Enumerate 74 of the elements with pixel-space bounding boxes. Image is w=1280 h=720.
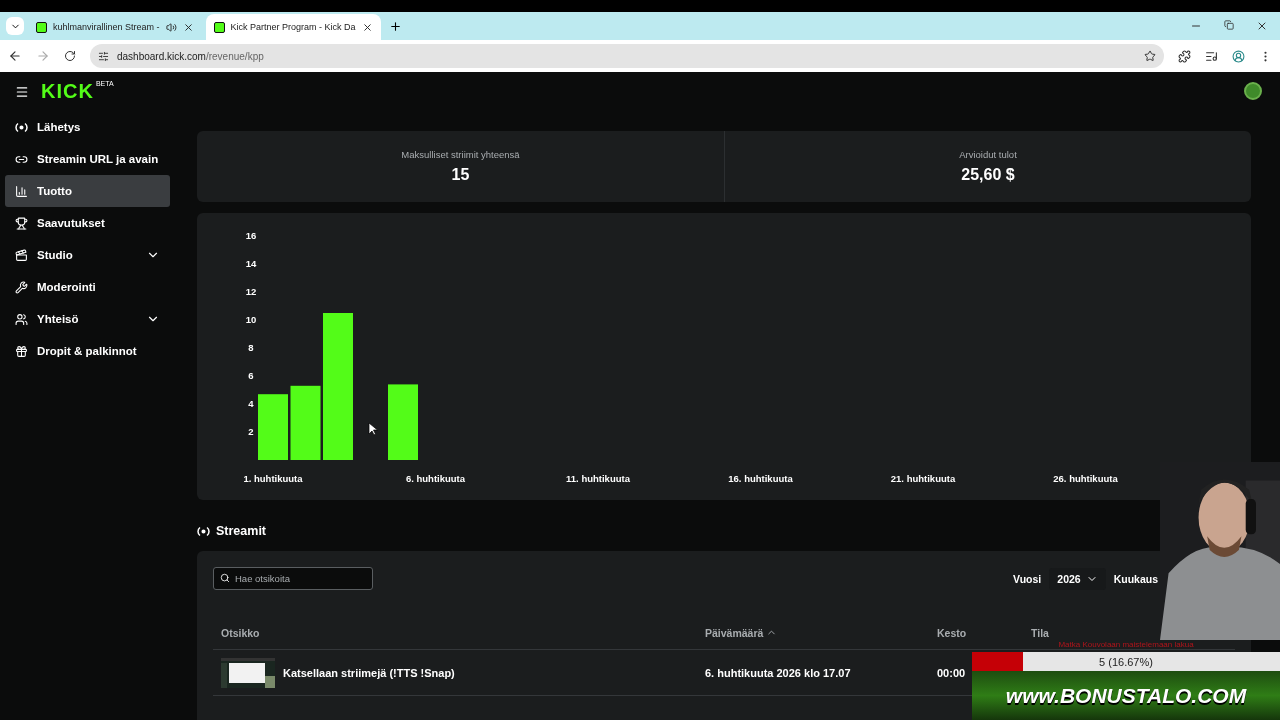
axis-label: 4 [248,398,254,409]
search-icon [220,573,230,583]
axis-label: 12 [245,286,257,297]
browser-tab[interactable]: kuhlmanvirallinen Stream - [28,14,202,40]
axis-label: 10 [245,314,257,325]
site-settings-icon[interactable] [98,50,109,62]
restore-icon[interactable] [1224,20,1234,30]
close-icon[interactable] [1256,20,1268,32]
cursor-icon [368,422,378,436]
axis-label: 2 [248,426,254,437]
stat-value: 15 [451,166,470,184]
gift-icon [15,344,28,358]
axis-label: 26. huhtikuuta [1053,473,1118,484]
people-icon [15,312,28,326]
axis-label: 6 [248,370,254,381]
section-title: Streamit [216,524,267,538]
wrench-icon [15,280,28,294]
broadcast-icon [197,525,210,537]
star-icon[interactable] [1144,50,1156,62]
goal-reading: 5 (16.67%) [1099,655,1153,668]
sidebar-item[interactable]: Saavutukset [5,207,170,239]
extensions-icon[interactable] [1178,49,1191,63]
media-icon[interactable] [1205,49,1218,63]
speaker-icon[interactable] [165,21,177,33]
axis-label: 16. huhtikuuta [728,473,793,484]
column-header[interactable]: Tila [1031,626,1049,639]
axis-label: 16 [245,230,257,241]
trophy-icon [15,216,28,230]
axis-label: 14 [245,258,257,269]
kick-icon [36,21,47,33]
date-cell-text: 6. huhtikuuta 2026 klo 17.07 [705,666,852,679]
sidebar-item[interactable]: Streamin URL ja avain [5,143,170,175]
goal-title: Matka Kouvolaan maistelemaan lakua [1057,640,1195,651]
axis-label: 6. huhtikuuta [405,473,466,484]
profile-icon[interactable] [1232,49,1245,63]
search-field[interactable]: Hae otsikoita [213,567,373,590]
broadcast-icon [15,121,28,133]
stat-label: Arvioidut tulot [959,149,1017,160]
axis-label: 21. huhtikuuta [890,473,956,484]
back-icon[interactable] [8,49,22,63]
address-bar[interactable]: dashboard.kick.com/revenue/kpp [90,44,1164,68]
new-tab-icon[interactable] [388,20,402,33]
close-icon[interactable] [182,21,194,33]
column-header[interactable]: Otsikko [221,626,260,639]
browser-tab[interactable]: Kick Partner Program - Kick Da [205,14,381,40]
avatar[interactable] [1244,82,1262,100]
stream-title[interactable]: Katsellaan striimejä (!TTS !Snap) [283,666,455,679]
stat-label: Maksulliset striimit yhteensä [401,149,520,160]
sidebar-item[interactable]: Moderointi [5,271,170,303]
clapperboard-icon [15,248,28,262]
bar-chart-icon [15,184,28,198]
axis-label: 1. huhtikuuta [243,473,303,484]
sidebar-item[interactable]: Tuotto [5,175,170,207]
menu-icon[interactable] [15,84,29,99]
duration-cell-text: 00:00 [937,666,967,679]
sidebar-item[interactable]: Lähetys [5,111,170,143]
kick-logo[interactable]: KICK [41,80,94,103]
reload-icon[interactable] [64,50,76,62]
bar [258,394,288,460]
sidebar-item[interactable]: Yhteisö [5,303,170,335]
axis-label: 8 [248,342,254,353]
filter-label: Vuosi [1013,572,1042,585]
filter-label: Kuukaus [1113,572,1158,585]
kick-icon [213,21,225,33]
banner-text: www.BONUSTALO.COM [1005,683,1247,708]
column-header[interactable]: Päivämäärä [705,626,778,639]
column-header[interactable]: Kesto [937,626,967,639]
close-icon[interactable] [361,21,373,33]
sidebar-item[interactable]: Studio [5,239,170,271]
sidebar-item[interactable]: Dropit & palkinnot [5,335,170,367]
stat-value: 25,60 $ [961,166,1015,184]
year-select[interactable]: 2026 [1049,567,1106,590]
axis-label: 11. huhtikuuta [566,473,630,484]
url-text: dashboard.kick.com/revenue/kpp [117,50,264,62]
